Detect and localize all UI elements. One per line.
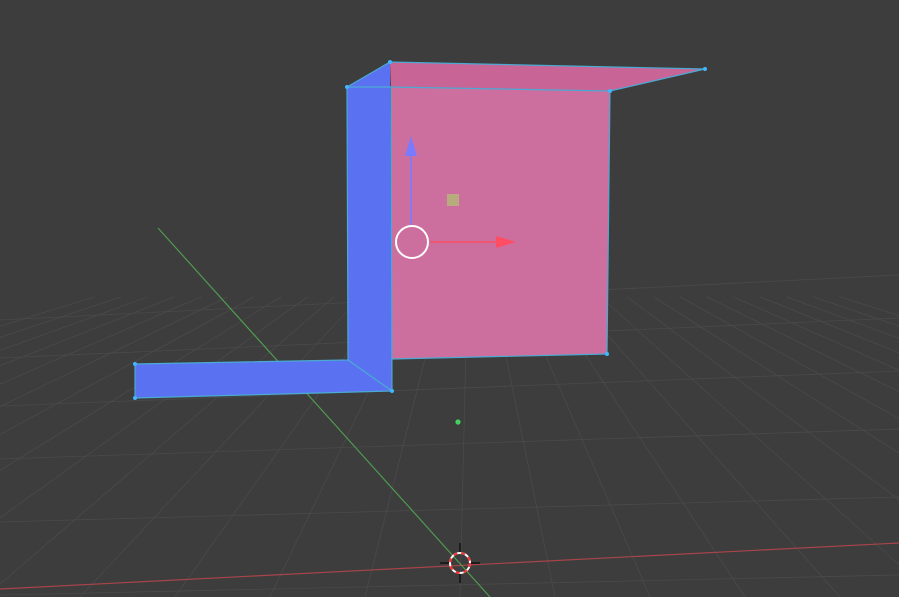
vertex-point[interactable] xyxy=(133,362,137,366)
mesh-face-top[interactable] xyxy=(390,62,705,91)
grid-line xyxy=(0,296,282,471)
vertex-point[interactable] xyxy=(703,67,707,71)
grid-line xyxy=(839,296,899,316)
viewport-scene[interactable] xyxy=(0,0,899,597)
mesh-object[interactable] xyxy=(133,60,707,400)
grid-line xyxy=(0,296,308,519)
grid-line xyxy=(759,296,899,354)
vertex-point[interactable] xyxy=(390,389,394,393)
view-plane-scale-handle[interactable] xyxy=(447,194,459,206)
3d-viewport[interactable] xyxy=(0,0,899,597)
grid-line xyxy=(626,296,899,500)
grid-line xyxy=(0,574,899,596)
grid-line xyxy=(599,296,899,566)
object-origin-dot xyxy=(455,419,461,425)
vertex-point[interactable] xyxy=(133,396,137,400)
grid-line xyxy=(0,496,899,523)
grid-line xyxy=(812,296,899,327)
grid-line xyxy=(0,296,175,367)
vertex-point[interactable] xyxy=(608,89,612,93)
grid-line xyxy=(79,296,362,597)
grid-line xyxy=(0,296,228,408)
mesh-face-vertical-strip[interactable] xyxy=(347,62,392,391)
grid-line xyxy=(0,296,149,351)
grid-line xyxy=(786,296,899,339)
vertex-point[interactable] xyxy=(388,60,392,64)
grid-line xyxy=(0,296,95,327)
grid-line xyxy=(733,296,899,371)
grid-line xyxy=(573,296,841,597)
vertex-point[interactable] xyxy=(605,352,609,356)
grid-line xyxy=(653,296,899,454)
grid-line xyxy=(0,296,335,585)
mesh-face-front[interactable] xyxy=(391,87,610,359)
vertex-point[interactable] xyxy=(345,85,349,89)
